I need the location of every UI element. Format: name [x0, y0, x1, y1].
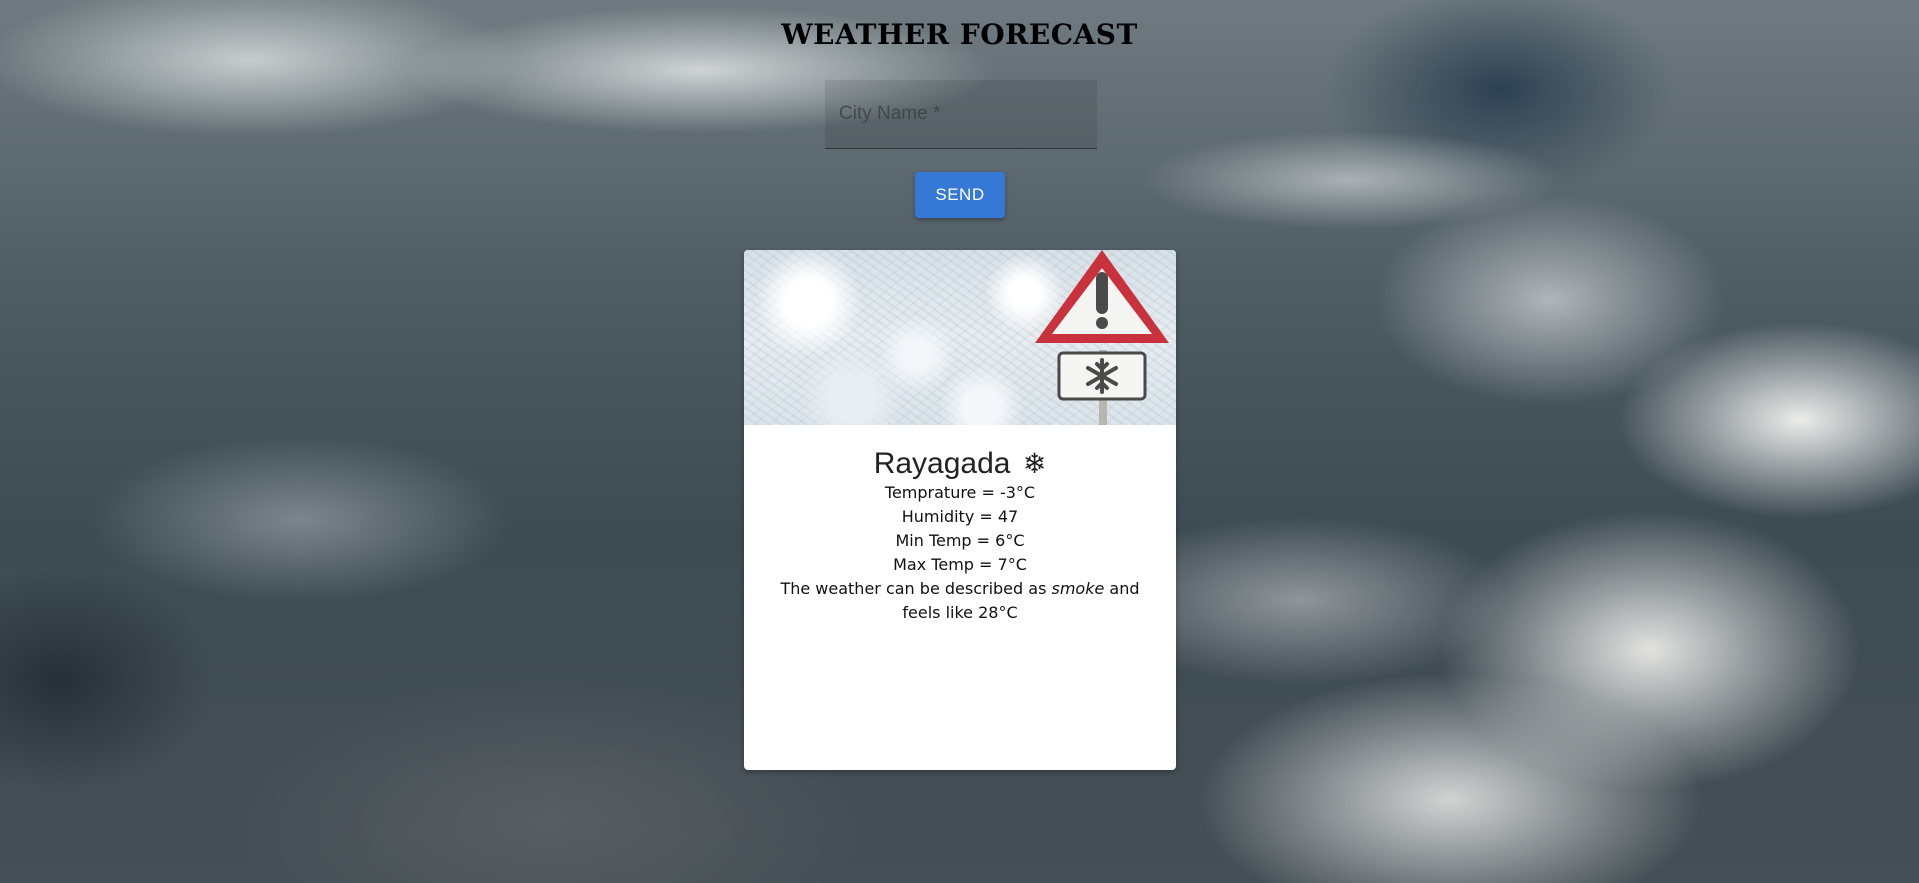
min-temp-text: Min Temp = 6°C: [895, 531, 1025, 550]
snowflake-icon: ❄: [1022, 448, 1047, 479]
winter-warning-sign-icon: [1035, 250, 1169, 425]
city-name-field[interactable]: [825, 80, 1097, 149]
max-temp-text: Max Temp = 7°C: [893, 555, 1027, 574]
city-name-input[interactable]: [825, 80, 1097, 148]
city-heading: Rayagada ❄: [744, 447, 1176, 481]
weather-card: Rayagada ❄ Temprature = -3°C Humidity = …: [744, 250, 1176, 770]
humidity-text: Humidity = 47: [901, 507, 1019, 526]
description-mid: and: [1109, 579, 1140, 598]
description-prefix: The weather can be described as: [780, 579, 1047, 598]
weather-image: [744, 250, 1176, 425]
city-name: Rayagada: [873, 447, 1011, 480]
page-title: WEATHER FORECAST: [781, 18, 1138, 51]
temperature-text: Temprature = -3°C: [884, 483, 1036, 502]
description-value: smoke: [1051, 579, 1105, 598]
weather-description: The weather can be described as smoke an…: [744, 577, 1176, 625]
send-button[interactable]: SEND: [915, 172, 1005, 218]
feels-like-text: feels like 28°C: [902, 603, 1018, 622]
